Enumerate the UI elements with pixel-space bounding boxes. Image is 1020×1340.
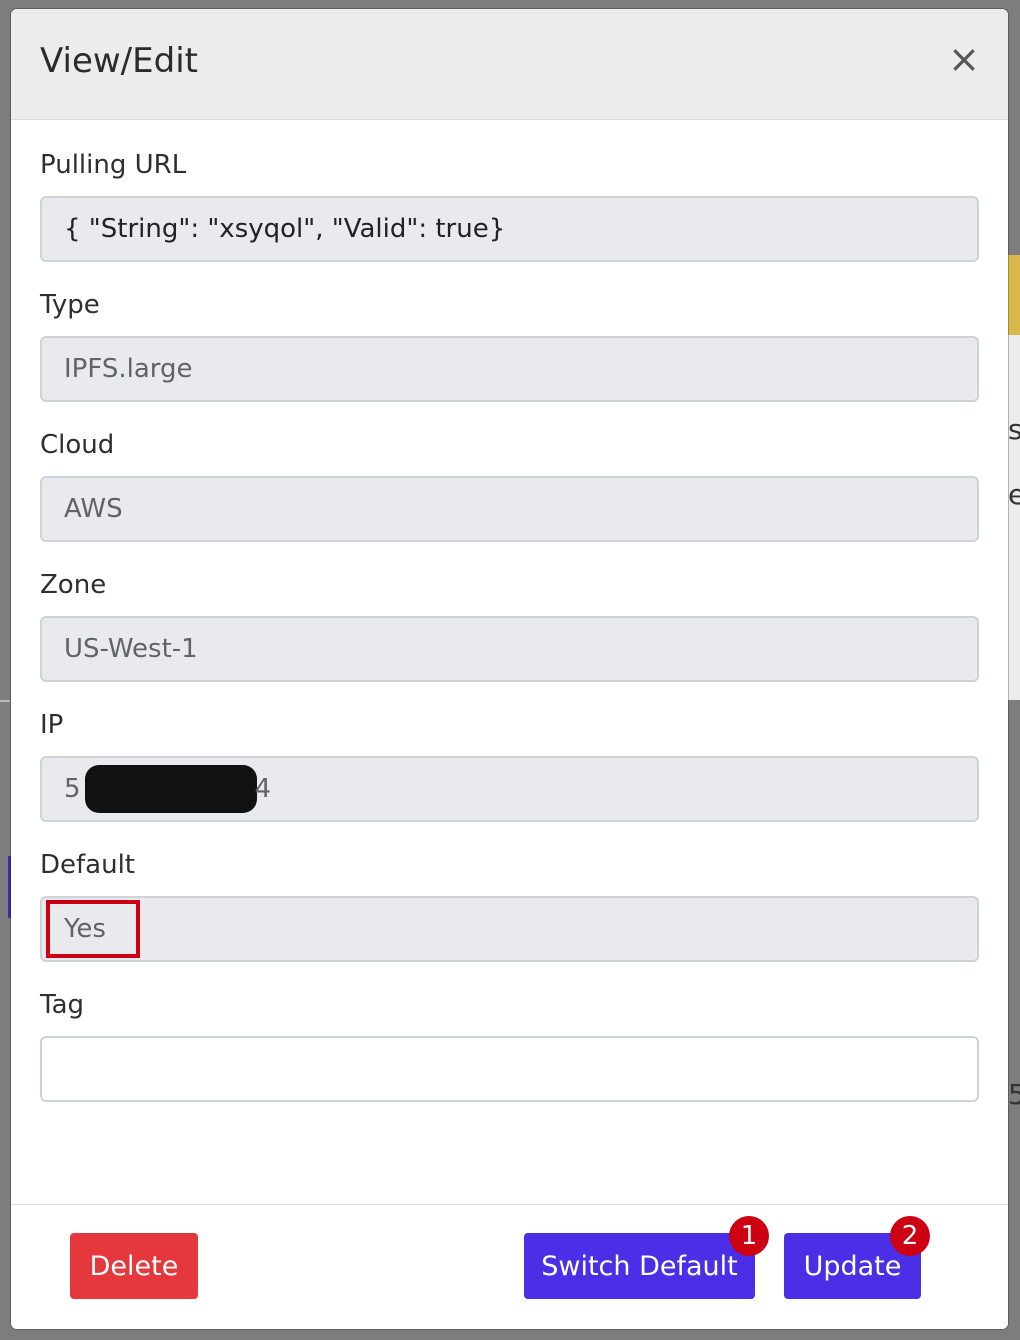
field-cloud: Cloud AWS [40,430,979,542]
cloud-value: AWS [64,494,123,524]
default-value: Yes [64,914,106,944]
background-divider [0,700,10,702]
pulling-url-label: Pulling URL [40,150,187,180]
field-default: Default Yes [40,850,979,962]
modal-body: Pulling URL { "String": "xsyqol", "Valid… [11,120,1008,1102]
cloud-label: Cloud [40,430,115,460]
pulling-url-value: { "String": "xsyqol", "Valid": true} [64,214,506,244]
ip-field[interactable]: 5 4 [40,756,979,822]
view-edit-modal: View/Edit × Pulling URL { "String": "xsy… [11,9,1008,1329]
modal-footer: Delete Switch Default Update 1 2 [11,1204,1008,1329]
zone-value: US-West-1 [64,634,198,664]
field-zone: Zone US-West-1 [40,570,979,682]
step-badge-2: 2 [890,1216,930,1256]
default-label: Default [40,850,135,880]
field-tag: Tag [40,990,979,1102]
type-value: IPFS.large [64,354,193,384]
ip-value-start: 5 [64,774,81,804]
zone-label: Zone [40,570,107,600]
modal-title: View/Edit [40,41,198,81]
background-text-fragment: 5 [1008,1078,1020,1111]
field-type: Type IPFS.large [40,290,979,402]
background-panel-edge [1008,335,1020,700]
close-icon[interactable]: × [944,39,984,79]
background-highlight-strip [1008,255,1020,335]
switch-default-button[interactable]: Switch Default [524,1233,755,1299]
type-label: Type [40,290,100,320]
background-text-fragment: e [1008,478,1020,511]
zone-field[interactable]: US-West-1 [40,616,979,682]
field-ip: IP 5 4 [40,710,979,822]
background-text-fragment: s [1008,413,1020,446]
redaction-block [84,765,257,813]
tag-input[interactable] [40,1036,979,1102]
field-pulling-url: Pulling URL { "String": "xsyqol", "Valid… [40,150,979,262]
cloud-field[interactable]: AWS [40,476,979,542]
type-field[interactable]: IPFS.large [40,336,979,402]
ip-value-end: 4 [254,774,272,804]
ip-label: IP [40,710,64,740]
delete-button[interactable]: Delete [70,1233,198,1299]
step-badge-1: 1 [729,1216,769,1256]
default-field[interactable]: Yes [40,896,979,962]
tag-label: Tag [40,990,85,1020]
modal-header: View/Edit × [11,9,1008,120]
pulling-url-field[interactable]: { "String": "xsyqol", "Valid": true} [40,196,979,262]
